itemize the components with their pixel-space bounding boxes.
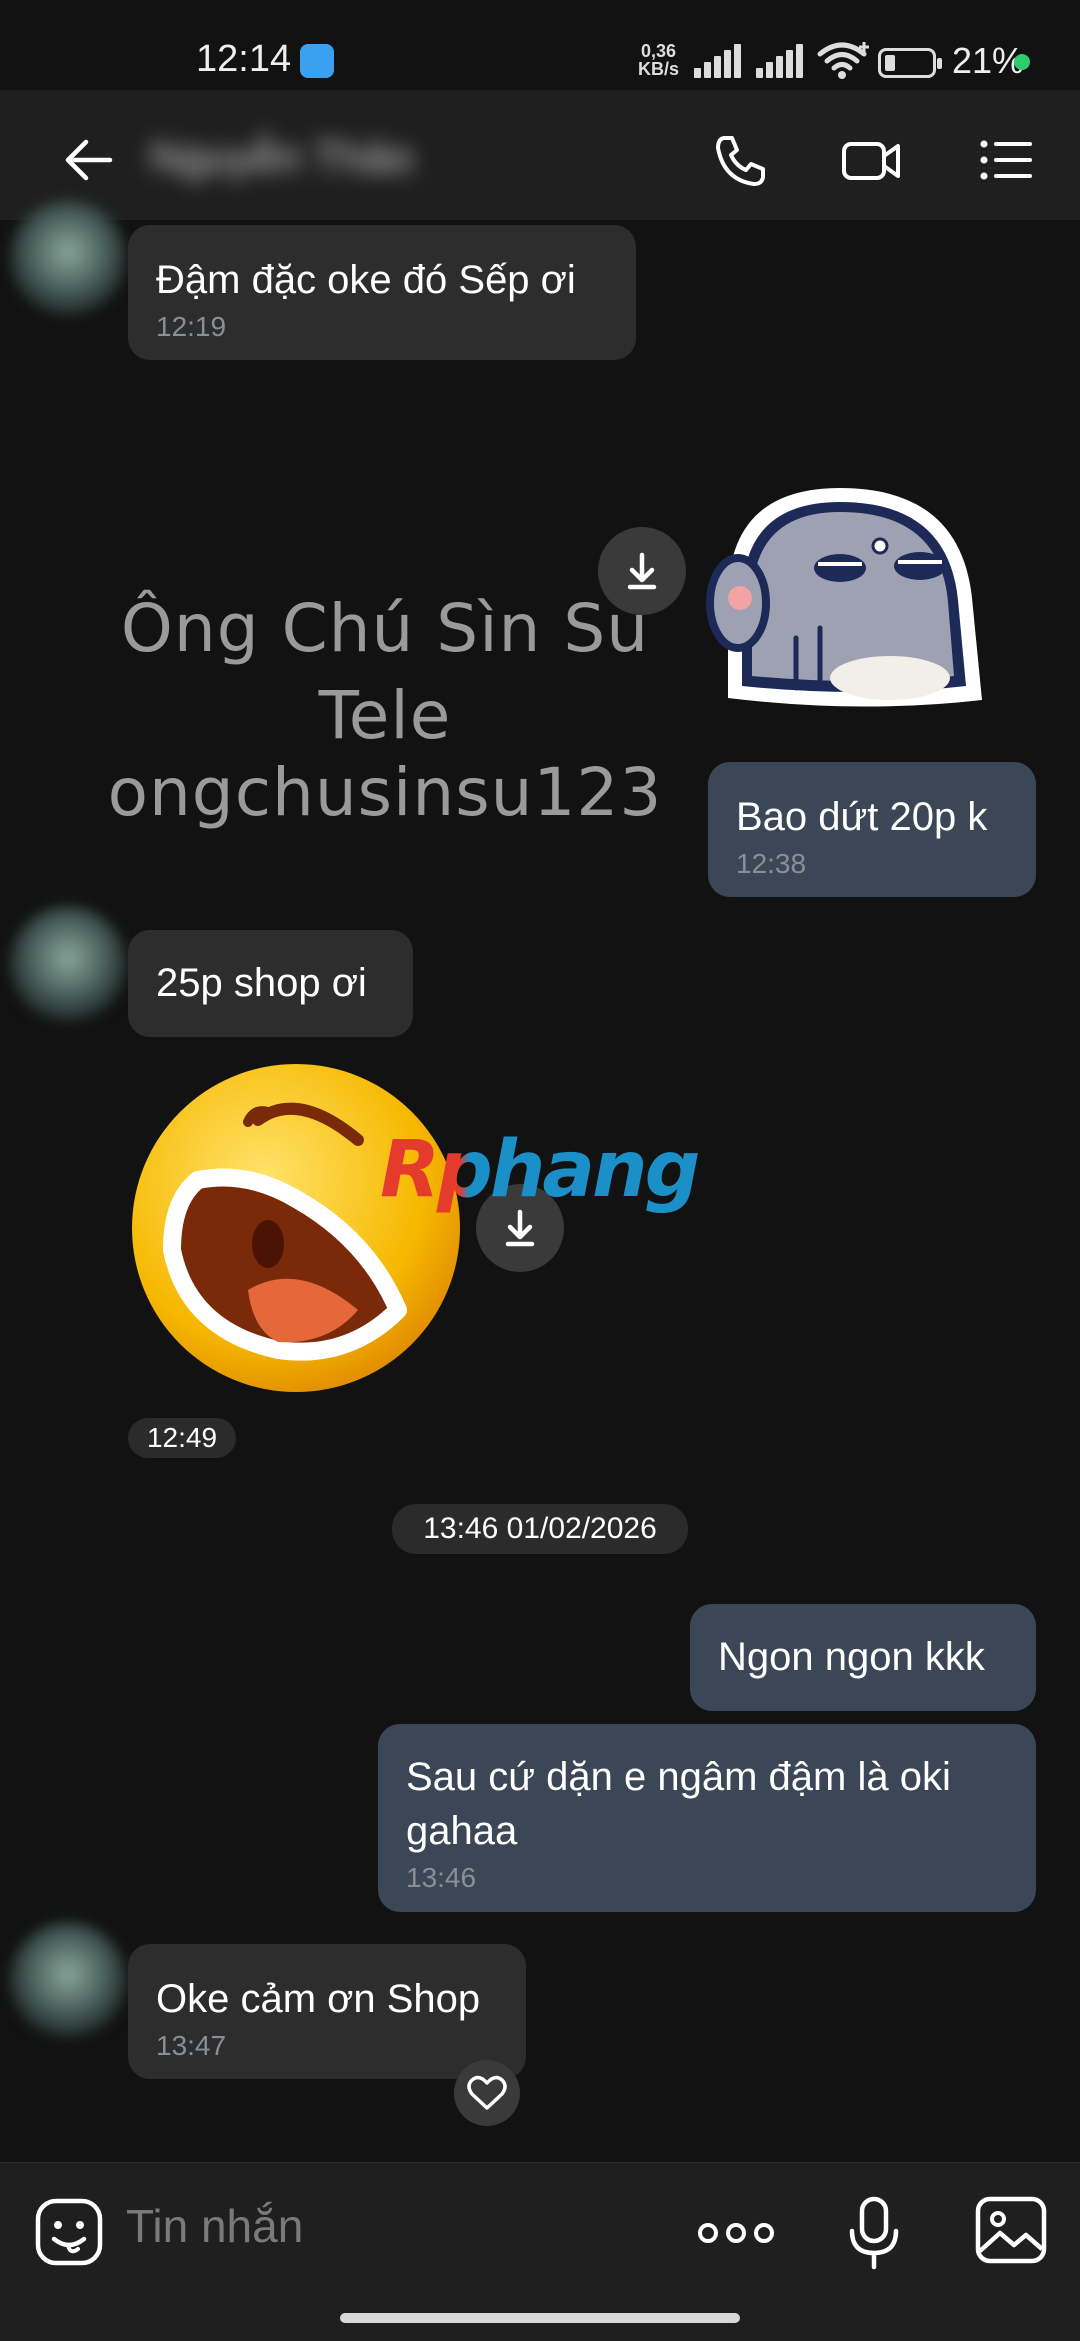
grey-ghost-sticker[interactable] [700, 478, 1000, 714]
status-time: 12:14 [196, 38, 292, 80]
date-separator: 13:46 01/02/2026 [392, 1504, 688, 1554]
avatar[interactable] [10, 200, 126, 316]
phone-icon[interactable] [710, 130, 770, 190]
microphone-icon[interactable] [846, 2195, 902, 2271]
network-speed-value: 0,36 [640, 41, 677, 61]
react-button[interactable] [454, 2060, 520, 2126]
message-time: 12:38 [736, 848, 807, 879]
avatar[interactable] [10, 906, 126, 1022]
chat-header: Nguyễn Thảo [0, 90, 1080, 220]
message-text: Oke cảm ơn Shop [156, 1977, 481, 2021]
network-speed-unit: KB/s [638, 59, 680, 79]
download-icon [627, 552, 657, 590]
brand-watermark-logo: Rphang [380, 1125, 702, 1215]
message-input-bar: Tin nhắn [0, 2162, 1080, 2341]
message-text: Sau cứ dặn e ngâm đậm là oki gahaa [406, 1755, 962, 1853]
sticker-time: 12:49 [128, 1418, 236, 1458]
message-text: Đậm đặc oke đó Sếp ơi [156, 258, 576, 302]
home-indicator[interactable] [340, 2313, 740, 2323]
download-button[interactable] [598, 527, 686, 615]
back-arrow-icon[interactable] [58, 130, 118, 190]
status-bar: 12:14 0,36 KB/s 21% [0, 0, 1080, 90]
contact-name[interactable]: Nguyễn Thảo [150, 130, 450, 186]
watermark-text: Ông Chú Sìn Sú Tele ongchusinsu123 [40, 590, 730, 831]
app-notification-icon [300, 44, 334, 78]
signal-icon [694, 44, 746, 78]
message-bubble-incoming[interactable]: Đậm đặc oke đó Sếp ơi 12:19 [128, 225, 636, 360]
wifi-icon [817, 42, 869, 79]
message-bubble-incoming[interactable]: 25p shop ơi [128, 930, 413, 1037]
message-time: 13:47 [156, 2030, 227, 2061]
message-time: 13:46 [406, 1862, 477, 1893]
battery-icon [878, 48, 942, 78]
message-time: 12:19 [156, 311, 227, 342]
watermark-line2: Tele ongchusinsu123 [107, 677, 663, 831]
brand-watermark: Rphang [380, 1120, 710, 1239]
message-text: Ngon ngon kkk [718, 1635, 985, 1679]
message-bubble-outgoing[interactable]: Bao dứt 20p k 12:38 [708, 762, 1036, 897]
privacy-indicator-dot [1014, 54, 1030, 70]
message-input[interactable]: Tin nhắn [126, 2199, 303, 2253]
message-bubble-incoming[interactable]: Oke cảm ơn Shop 13:47 [128, 1944, 526, 2079]
sticker-face-icon[interactable] [34, 2197, 104, 2267]
avatar[interactable] [10, 1922, 126, 2038]
message-text: Bao dứt 20p k [736, 795, 988, 839]
more-dots-icon[interactable] [696, 2213, 776, 2253]
video-icon[interactable] [840, 130, 904, 190]
svg-text:Rphang: Rphang [380, 1125, 699, 1215]
image-gallery-icon[interactable] [974, 2195, 1048, 2265]
heart-icon [467, 2075, 507, 2110]
message-bubble-outgoing[interactable]: Sau cứ dặn e ngâm đậm là oki gahaa 13:46 [378, 1724, 1036, 1912]
message-text: 25p shop ơi [156, 961, 367, 1005]
message-bubble-outgoing[interactable]: Ngon ngon kkk [690, 1604, 1036, 1711]
network-speed: 0,36 KB/s [638, 42, 679, 78]
menu-list-icon[interactable] [976, 130, 1036, 190]
signal-icon [756, 44, 808, 78]
